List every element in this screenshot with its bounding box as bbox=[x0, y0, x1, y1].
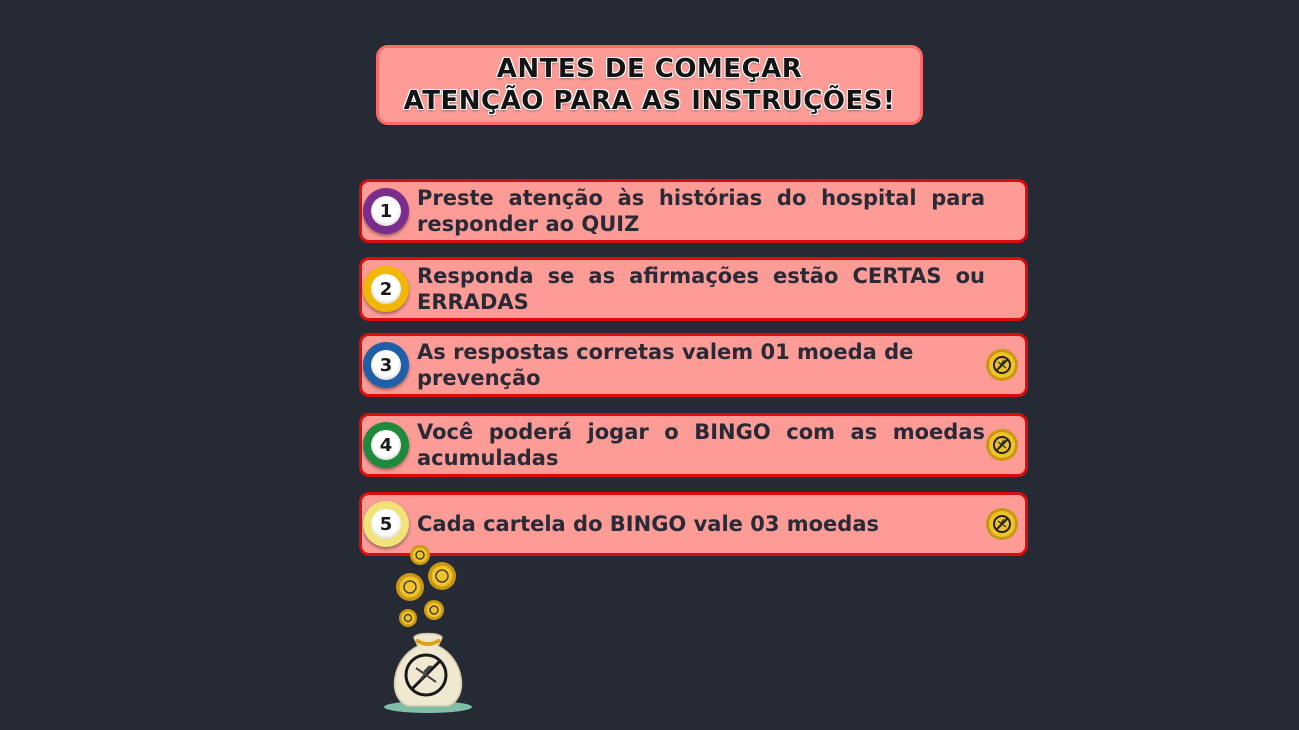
no-mosquito-coin-icon bbox=[986, 349, 1018, 381]
no-mosquito-coin-icon bbox=[986, 429, 1018, 461]
instruction-text: Preste atenção às histórias do hospital … bbox=[417, 186, 985, 236]
number-ball-icon: 2 bbox=[363, 266, 409, 312]
title-line-2: ATENÇÃO PARA AS INSTRUÇÕES! bbox=[403, 86, 896, 116]
money-bag-icon bbox=[384, 545, 472, 713]
instruction-text: Responda se as afirmações estão CERTAS o… bbox=[417, 264, 985, 314]
instruction-text: As respostas corretas valem 01 moeda de … bbox=[417, 340, 914, 390]
instruction-item-4: 4 Você poderá jogar o BINGO com as moeda… bbox=[359, 413, 1028, 477]
number-ball-icon: 4 bbox=[363, 422, 409, 468]
falling-coins bbox=[396, 545, 456, 627]
instruction-item-2: 2 Responda se as afirmações estão CERTAS… bbox=[359, 257, 1028, 321]
no-mosquito-coin-icon bbox=[986, 508, 1018, 540]
instruction-item-3: 3 As respostas corretas valem 01 moeda d… bbox=[359, 333, 1028, 397]
instruction-text: Você poderá jogar o BINGO com as moedas … bbox=[417, 420, 985, 470]
instruction-item-1: 1 Preste atenção às histórias do hospita… bbox=[359, 179, 1028, 243]
instruction-text: Cada cartela do BINGO vale 03 moedas bbox=[417, 512, 879, 536]
number-ball-icon: 3 bbox=[363, 342, 409, 388]
title-banner: ANTES DE COMEÇAR ATENÇÃO PARA AS INSTRUÇ… bbox=[376, 45, 923, 125]
number-ball-icon: 1 bbox=[363, 188, 409, 234]
title-line-1: ANTES DE COMEÇAR bbox=[496, 54, 803, 84]
